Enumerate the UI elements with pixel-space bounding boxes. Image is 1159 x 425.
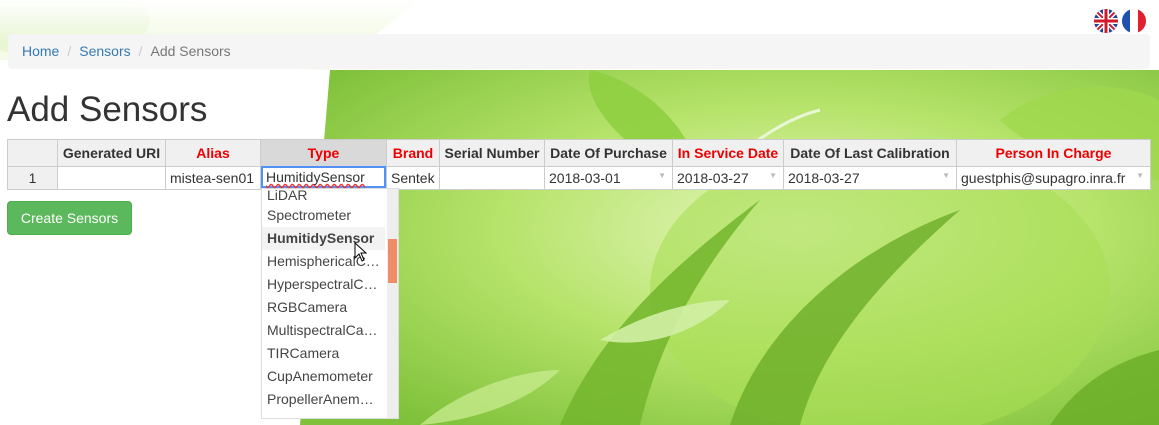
person-in-charge-value: guestphis@supagro.inra.fr xyxy=(961,170,1126,186)
col-header-alias[interactable]: Alias xyxy=(165,139,261,167)
breadcrumb-current: Add Sensors xyxy=(150,43,231,59)
cell-brand[interactable]: Sentek xyxy=(386,166,440,190)
col-header-person-in-charge[interactable]: Person In Charge xyxy=(956,139,1151,167)
english-language-button[interactable] xyxy=(1094,9,1118,33)
col-header-date-of-purchase[interactable]: Date Of Purchase xyxy=(544,139,673,167)
col-header-serial-number[interactable]: Serial Number xyxy=(439,139,545,167)
cell-serial-number[interactable] xyxy=(439,166,545,190)
in-service-date-value: 2018-03-27 xyxy=(677,170,749,186)
type-autocomplete-list: LiDAR Spectrometer HumitidySensor Hemisp… xyxy=(261,188,399,419)
cell-date-of-last-calibration[interactable]: 2018-03-27 ▼ xyxy=(783,166,957,190)
grid-header-row: Generated URI Alias Type Brand Serial Nu… xyxy=(7,139,1151,167)
type-option-multispectralcamera[interactable]: MultispectralCa… xyxy=(262,319,385,342)
dropdown-scroll-thumb[interactable] xyxy=(388,239,397,283)
breadcrumb-separator: / xyxy=(138,43,143,59)
breadcrumb-sensors-link[interactable]: Sensors xyxy=(79,43,130,59)
col-header-in-service-date[interactable]: In Service Date xyxy=(672,139,784,167)
col-header-generated-uri[interactable]: Generated URI xyxy=(57,139,166,167)
sensors-grid: Generated URI Alias Type Brand Serial Nu… xyxy=(7,139,1151,190)
type-option-lidar[interactable]: LiDAR xyxy=(262,189,385,204)
page-title: Add Sensors xyxy=(7,90,208,129)
uk-flag-icon xyxy=(1094,9,1118,33)
cell-alias[interactable]: mistea-sen01 xyxy=(165,166,261,190)
col-header-type[interactable]: Type xyxy=(260,139,387,167)
type-option-spectrometer[interactable]: Spectrometer xyxy=(262,204,385,227)
cell-generated-uri[interactable] xyxy=(57,166,166,190)
date-of-purchase-value: 2018-03-01 xyxy=(549,170,621,186)
dropdown-arrow-icon[interactable]: ▼ xyxy=(942,171,950,180)
create-sensors-button[interactable]: Create Sensors xyxy=(7,201,132,235)
cell-person-in-charge[interactable]: guestphis@supagro.inra.fr ▼ xyxy=(956,166,1151,190)
breadcrumb: Home / Sensors / Add Sensors xyxy=(8,34,1150,69)
col-header-rownum[interactable] xyxy=(7,139,58,167)
france-flag-icon xyxy=(1122,9,1146,33)
cell-date-of-purchase[interactable]: 2018-03-01 ▼ xyxy=(544,166,673,190)
dropdown-scrollbar[interactable] xyxy=(387,189,398,418)
mouse-pointer-icon xyxy=(354,242,368,262)
table-row: 1 mistea-sen01 Sentek 2018-03-01 ▼ 2018-0… xyxy=(7,166,1151,190)
dropdown-arrow-icon[interactable]: ▼ xyxy=(1136,171,1144,180)
col-header-brand[interactable]: Brand xyxy=(386,139,440,167)
breadcrumb-home-link[interactable]: Home xyxy=(22,43,59,59)
cell-in-service-date[interactable]: 2018-03-27 ▼ xyxy=(672,166,784,190)
col-header-date-of-last-calibration[interactable]: Date Of Last Calibration xyxy=(783,139,957,167)
type-option-propelleranemometer[interactable]: PropellerAnem… xyxy=(262,388,385,411)
dropdown-arrow-icon[interactable]: ▼ xyxy=(658,171,666,180)
type-option-hyperspectralcamera[interactable]: HyperspectralC… xyxy=(262,273,385,296)
breadcrumb-separator: / xyxy=(67,43,72,59)
date-of-last-calibration-value: 2018-03-27 xyxy=(788,170,860,186)
type-option-tircamera[interactable]: TIRCamera xyxy=(262,342,385,365)
type-option-cupanemometer[interactable]: CupAnemometer xyxy=(262,365,385,388)
type-option-rgbcamera[interactable]: RGBCamera xyxy=(262,296,385,319)
dropdown-arrow-icon[interactable]: ▼ xyxy=(769,171,777,180)
row-number[interactable]: 1 xyxy=(7,166,58,190)
french-language-button[interactable] xyxy=(1122,9,1146,33)
type-cell-editor-input[interactable]: HumitidySensor xyxy=(261,166,386,188)
